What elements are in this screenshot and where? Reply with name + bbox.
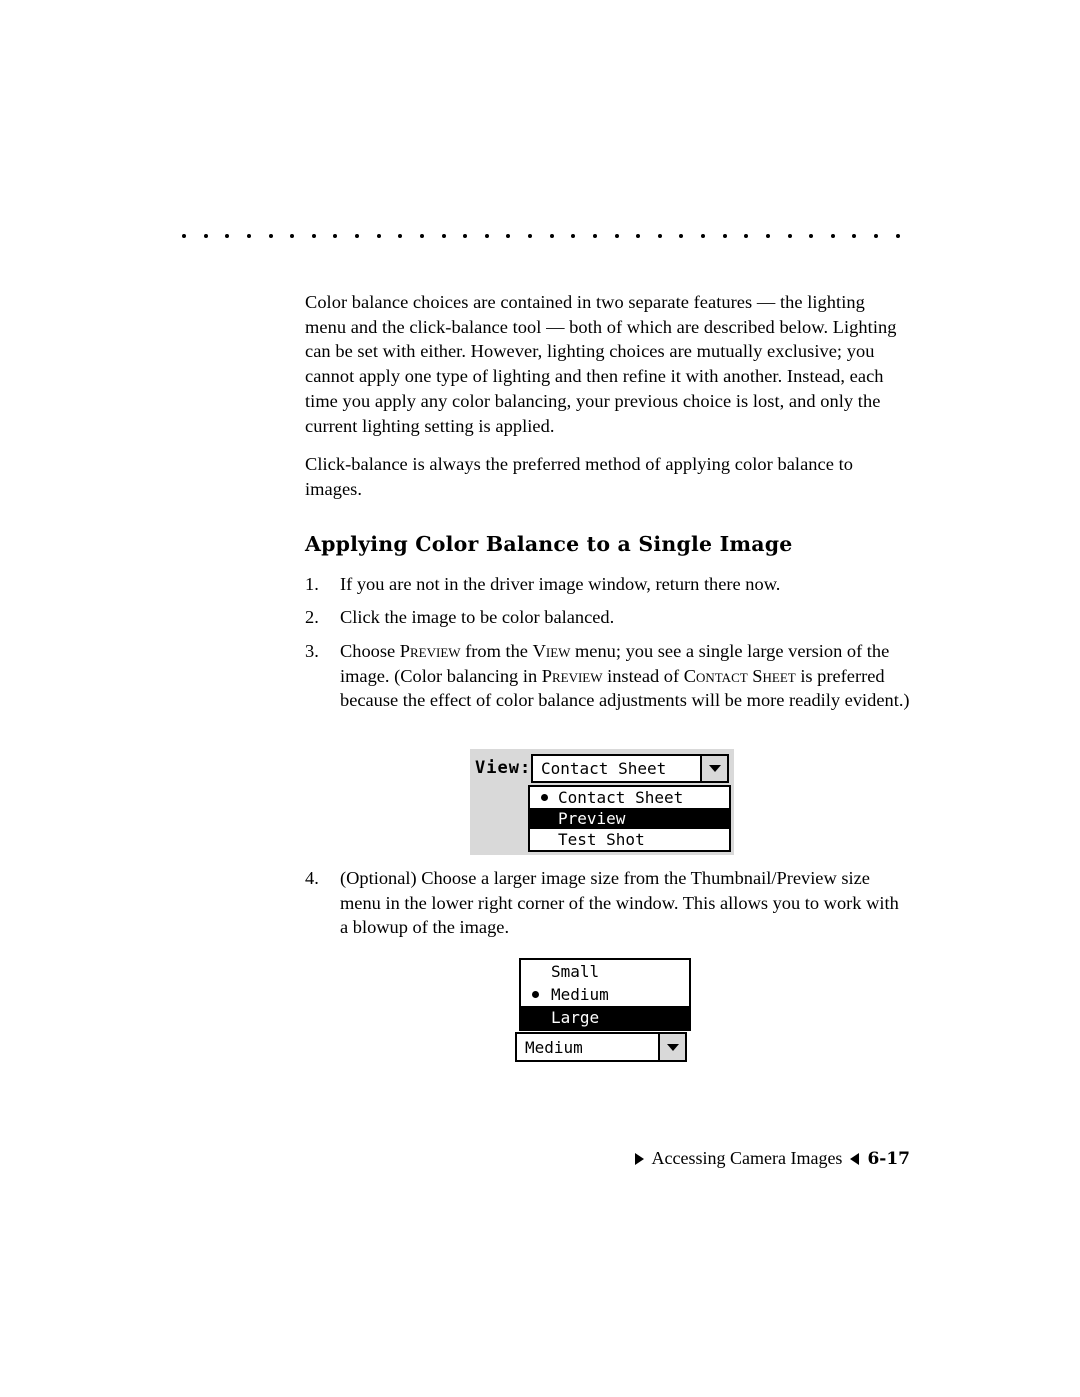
menu-item-small[interactable]: Small <box>521 960 689 983</box>
step-number: 2. <box>305 607 319 628</box>
footer-text: Accessing Camera Images <box>651 1148 843 1168</box>
menu-item-large[interactable]: Large <box>521 1006 689 1029</box>
document-page: Color balance choices are contained in t… <box>0 0 1080 1397</box>
page-footer: Accessing Camera Images 6-17 <box>305 1148 910 1169</box>
menu-item-label: Test Shot <box>558 830 645 849</box>
view-dropdown-button[interactable] <box>700 756 727 781</box>
list-item: 4. (Optional) Choose a larger image size … <box>305 866 910 940</box>
steps-list: 1. If you are not in the driver image win… <box>305 572 910 714</box>
menu-item-contact-sheet[interactable]: Contact Sheet <box>530 787 729 808</box>
step-text-a: Choose <box>340 641 400 662</box>
step-text-b: from the <box>460 641 533 662</box>
smallcaps-preview: Preview <box>399 641 461 662</box>
size-dropdown-menu[interactable]: Small Medium Large <box>519 958 691 1031</box>
menu-item-label: Medium <box>551 985 609 1004</box>
selected-bullet-icon <box>541 794 548 801</box>
section-heading: Applying Color Balance to a Single Image <box>305 531 793 556</box>
triangle-left-icon <box>850 1152 860 1165</box>
view-label: View: <box>475 758 532 778</box>
page-number: 6-17 <box>867 1148 910 1169</box>
chevron-down-icon <box>708 765 721 772</box>
size-selected-value: Medium <box>525 1038 583 1057</box>
list-item: 1. If you are not in the driver image win… <box>305 572 910 597</box>
menu-item-test-shot[interactable]: Test Shot <box>530 829 729 850</box>
view-combobox[interactable]: Contact Sheet <box>531 754 729 783</box>
dotted-rule-decoration <box>182 232 900 240</box>
step-text: If you are not in the driver image windo… <box>340 573 781 594</box>
figure-size-menu: Small Medium Large Medium <box>515 958 691 1066</box>
smallcaps-contact-sheet: Contact Sheet <box>683 665 796 686</box>
menu-item-label: Contact Sheet <box>558 788 684 807</box>
figure-view-menu: View: Contact Sheet Contact Sheet Previe… <box>470 749 734 855</box>
menu-item-label: Preview <box>558 809 626 828</box>
smallcaps-preview-2: Preview <box>541 665 603 686</box>
step-text: Click the image to be color balanced. <box>340 607 615 628</box>
size-dropdown-button[interactable] <box>658 1034 685 1060</box>
step-number: 1. <box>305 573 319 594</box>
menu-item-label: Small <box>551 962 600 981</box>
steps-list-continued: 4. (Optional) Choose a larger image size … <box>305 866 910 949</box>
view-selected-value: Contact Sheet <box>541 759 667 778</box>
steps-list-2: 4. (Optional) Choose a larger image size … <box>305 866 910 940</box>
menu-item-medium[interactable]: Medium <box>521 983 689 1006</box>
list-item: 3. Choose Preview from the View menu; you… <box>305 639 910 713</box>
selected-bullet-icon <box>532 991 539 998</box>
menu-item-label: Large <box>551 1008 600 1027</box>
list-item: 2. Click the image to be color balanced. <box>305 605 910 630</box>
step-number: 4. <box>305 868 319 888</box>
menu-item-preview[interactable]: Preview <box>530 808 729 829</box>
paragraph-1: Color balance choices are contained in t… <box>305 292 897 436</box>
size-combobox[interactable]: Medium <box>515 1032 687 1062</box>
chevron-down-icon <box>666 1043 679 1051</box>
paragraph-2: Click-balance is always the preferred me… <box>305 454 854 499</box>
step-number: 3. <box>305 641 319 662</box>
smallcaps-view: View <box>532 641 571 662</box>
view-dropdown-menu[interactable]: Contact Sheet Preview Test Shot <box>528 785 731 852</box>
step-text: (Optional) Choose a larger image size fr… <box>340 868 899 938</box>
step-text-d: instead of <box>602 665 684 686</box>
triangle-right-icon <box>634 1152 644 1165</box>
body-content: Color balance choices are contained in t… <box>305 290 910 722</box>
